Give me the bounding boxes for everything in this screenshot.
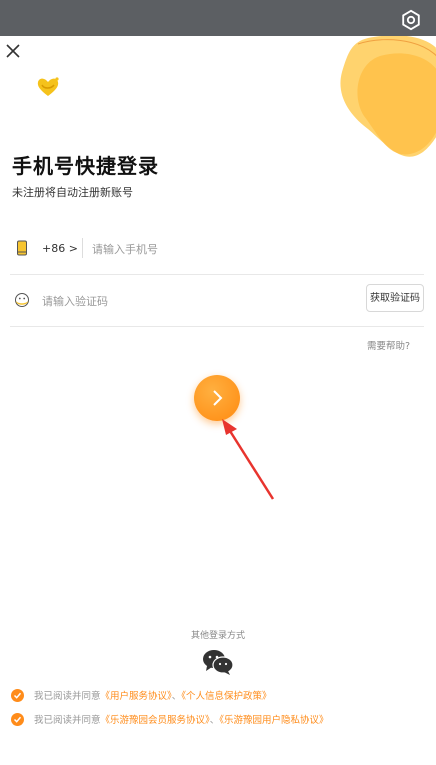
code-row: 获取验证码 [10, 276, 424, 327]
user-privacy-agreement-link[interactable]: 《乐游豫园用户隐私协议》 [219, 715, 328, 726]
wechat-login-icon[interactable] [202, 648, 234, 676]
decorative-blob [340, 36, 436, 157]
user-service-agreement-link[interactable]: 《用户服务协议》 [101, 691, 172, 702]
agreement-separator: 、 [209, 715, 220, 726]
check-icon [13, 716, 22, 723]
privacy-policy-link[interactable]: 《个人信息保护政策》 [181, 691, 271, 702]
page-subtitle: 未注册将自动注册新账号 [12, 186, 133, 199]
other-login-label: 其他登录方式 [190, 631, 245, 641]
country-code-selector[interactable]: +86 > [42, 242, 78, 255]
verification-icon [15, 293, 29, 307]
app-logo-icon [37, 77, 59, 96]
agreement-checkbox[interactable] [11, 688, 24, 702]
member-service-agreement-link[interactable]: 《乐游豫园会员服务协议》 [101, 715, 210, 726]
agreement-prefix: 我已阅读并同意 [34, 715, 101, 726]
agreement-checkbox[interactable] [11, 712, 24, 726]
agreement-row: 我已阅读并同意《乐游豫园会员服务协议》、《乐游豫园用户隐私协议》 [11, 712, 329, 726]
login-sheet: 手机号快捷登录 未注册将自动注册新账号 +86 > 获取验证码 需要帮助? 其他… [0, 36, 436, 765]
page-title: 手机号快捷登录 [12, 154, 159, 178]
agreement-prefix: 我已阅读并同意 [34, 691, 101, 702]
gear-icon[interactable] [400, 9, 422, 31]
agreement-row: 我已阅读并同意《用户服务协议》、《个人信息保护政策》 [11, 688, 272, 702]
divider [82, 238, 83, 258]
chevron-right-icon [213, 390, 223, 406]
top-bar [0, 0, 436, 36]
check-icon [13, 692, 22, 699]
login-submit-button[interactable] [194, 375, 240, 421]
get-code-button[interactable]: 获取验证码 [366, 284, 424, 312]
agreement-separator: 、 [171, 691, 182, 702]
help-link[interactable]: 需要帮助? [367, 338, 410, 352]
phone-input[interactable] [92, 237, 392, 261]
phone-row: +86 > [10, 224, 424, 275]
phone-icon [17, 240, 27, 256]
verification-code-input[interactable] [42, 289, 342, 313]
close-icon[interactable] [6, 44, 20, 58]
